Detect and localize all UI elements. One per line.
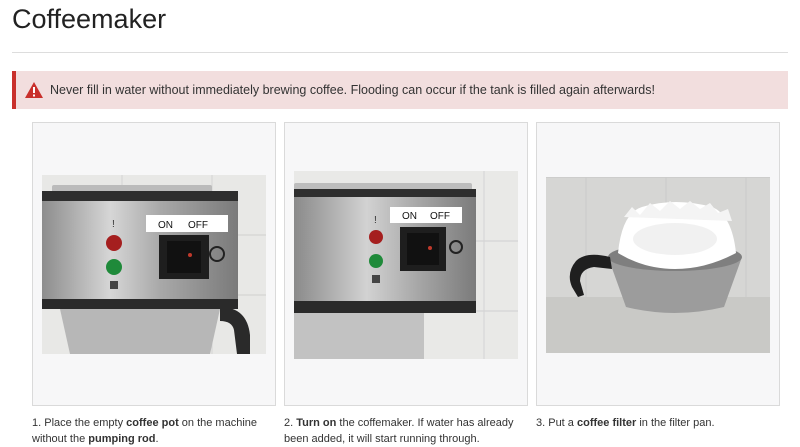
coffeemaker-switch-photo: ON OFF ! — [42, 175, 266, 354]
switch-on-label: ON — [158, 220, 173, 231]
coffee-filter-photo — [546, 177, 770, 353]
step-3-image-card[interactable] — [536, 122, 780, 406]
step-1-caption: 1. Place the empty coffee pot on the mac… — [32, 417, 258, 445]
step-2-caption: 2. Turn on the coffemaker. If water has … — [284, 417, 514, 445]
svg-text:!: ! — [374, 215, 377, 226]
switch-off-label: OFF — [430, 211, 450, 222]
svg-text:!: ! — [112, 219, 115, 230]
warning-alert: Never fill in water without immediately … — [12, 71, 788, 109]
page-title: Coffeemaker — [12, 4, 167, 34]
turn-on-emphasis: Turn on — [296, 417, 337, 429]
warning-text: Never fill in water without immediately … — [50, 83, 655, 97]
coffee-filter-emphasis: coffee filter — [576, 417, 637, 429]
step-3-caption: 3. Put a coffee filter in the filter pan… — [536, 417, 715, 429]
step-1-image-card[interactable]: ON OFF ! — [32, 122, 276, 406]
title-divider — [12, 52, 788, 53]
step-2-image-card[interactable]: ON OFF ! — [284, 122, 528, 406]
warning-icon — [25, 82, 43, 98]
switch-on-label: ON — [402, 211, 417, 222]
pumping-rod-emphasis: pumping rod — [88, 433, 156, 445]
coffee-pot-emphasis: coffee pot — [126, 417, 179, 429]
coffeemaker-switch-photo: ON OFF ! — [294, 171, 518, 359]
switch-off-label: OFF — [188, 220, 208, 231]
